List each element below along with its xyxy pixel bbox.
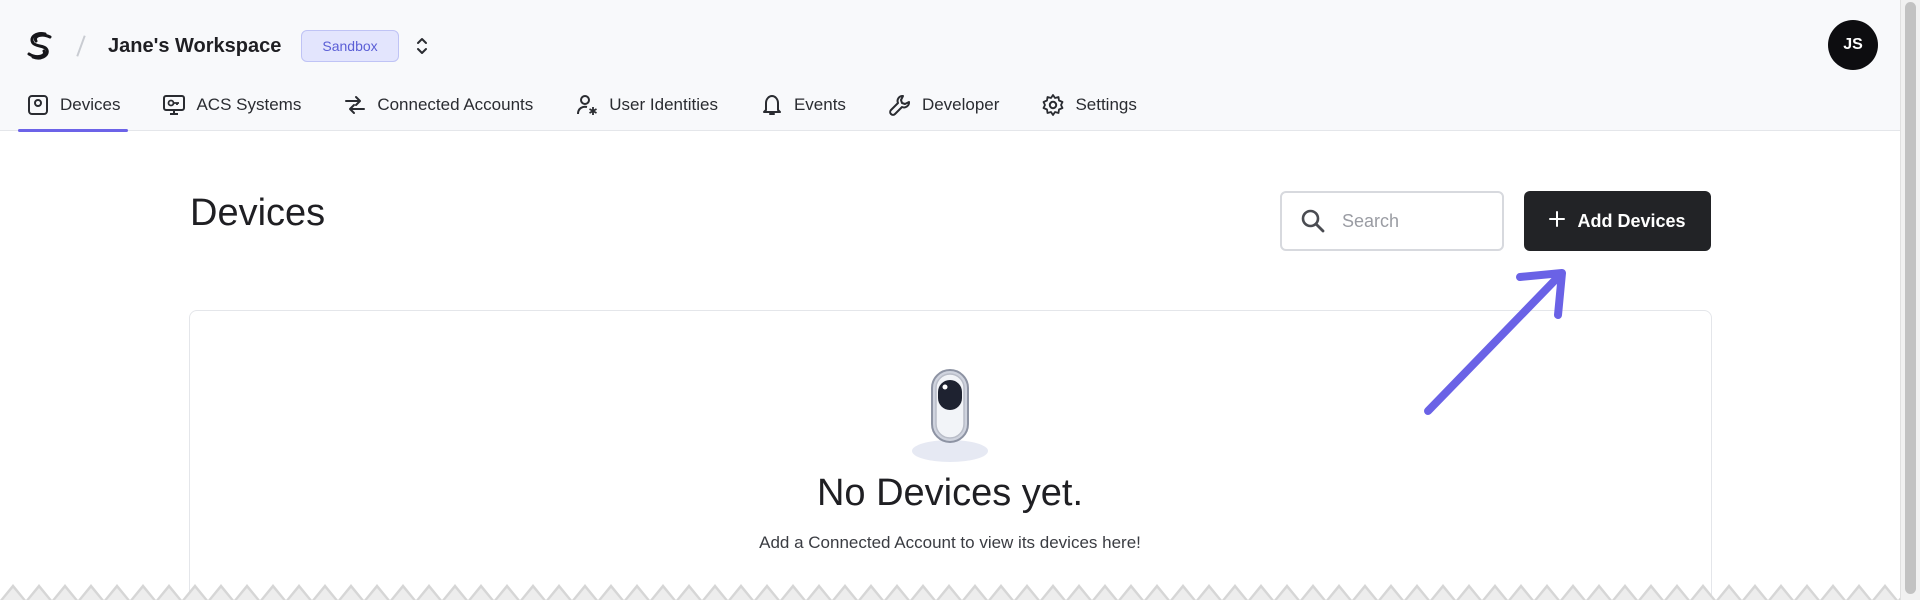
scrollbar-thumb[interactable] — [1905, 2, 1916, 594]
tab-label: Connected Accounts — [377, 95, 534, 114]
workspace-switcher-icon[interactable] — [411, 32, 433, 60]
search-box[interactable] — [1280, 191, 1504, 251]
user-asterisk-icon — [575, 93, 599, 117]
torn-edge — [0, 578, 1900, 600]
tab-acs-systems[interactable]: ACS Systems — [154, 82, 309, 128]
user-avatar[interactable]: JS — [1828, 20, 1878, 70]
breadcrumb-divider — [76, 35, 86, 57]
workspace-name[interactable]: Jane's Workspace — [108, 35, 281, 58]
tab-user-identities[interactable]: User Identities — [567, 82, 726, 128]
main-nav-tabs: Devices ACS Systems Connected Accounts U… — [18, 82, 1171, 132]
search-input[interactable] — [1342, 210, 1492, 232]
device-icon — [26, 93, 50, 117]
tab-connected-accounts[interactable]: Connected Accounts — [335, 82, 541, 128]
empty-state-subtitle: Add a Connected Account to view its devi… — [759, 533, 1141, 552]
plus-icon — [1549, 210, 1566, 232]
bell-icon — [760, 93, 784, 117]
top-header: Jane's Workspace Sandbox JS Devices ACS … — [0, 0, 1900, 132]
wrench-icon — [888, 93, 912, 117]
workspace-row: Jane's Workspace Sandbox — [24, 24, 433, 68]
search-icon — [1298, 206, 1328, 236]
empty-state-title: No Devices yet. — [816, 472, 1084, 514]
vertical-scrollbar[interactable] — [1900, 0, 1920, 600]
add-devices-button[interactable]: Add Devices — [1524, 191, 1711, 251]
page-title: Devices — [190, 192, 326, 234]
tab-label: ACS Systems — [196, 95, 302, 114]
acs-monitor-icon — [162, 93, 186, 117]
gear-icon — [1041, 93, 1065, 117]
seam-logo-icon[interactable] — [24, 30, 56, 62]
tab-devices[interactable]: Devices — [18, 82, 129, 132]
tab-events[interactable]: Events — [752, 82, 854, 128]
tab-settings[interactable]: Settings — [1033, 82, 1144, 128]
camera-device-icon — [905, 365, 995, 465]
arrows-exchange-icon — [343, 93, 367, 117]
tab-developer[interactable]: Developer — [880, 82, 1008, 128]
add-devices-label: Add Devices — [1577, 210, 1686, 231]
environment-badge: Sandbox — [301, 30, 399, 62]
tab-label: Settings — [1075, 95, 1137, 114]
tab-label: Devices — [60, 95, 121, 114]
tab-label: Developer — [921, 95, 1000, 114]
tab-label: User Identities — [609, 95, 718, 114]
tab-label: Events — [793, 95, 846, 114]
